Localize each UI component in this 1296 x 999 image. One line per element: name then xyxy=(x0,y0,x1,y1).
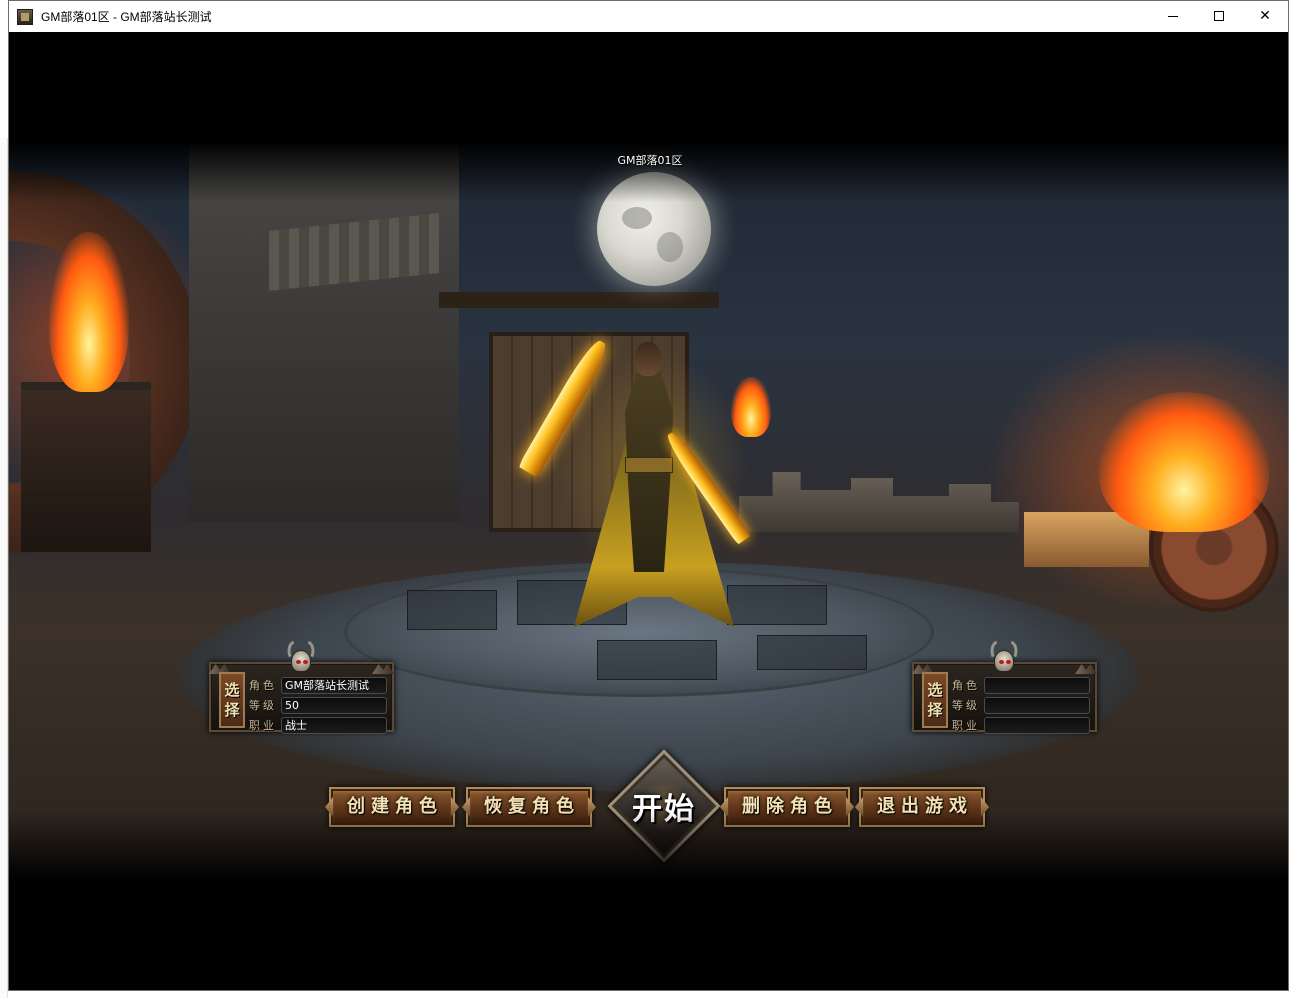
game-window: GM部落01区 - GM部落站长测试 ✕ GM部落01区 选 择 角色 GM部落… xyxy=(8,0,1289,991)
warrior-character[interactable] xyxy=(517,312,751,632)
level-label: 等级 xyxy=(249,699,277,712)
role-label: 角色 xyxy=(952,679,980,692)
class-label: 职业 xyxy=(952,719,980,732)
character-head xyxy=(635,342,661,376)
full-moon xyxy=(597,172,711,286)
skull-eye xyxy=(296,660,301,664)
start-label: 开始 xyxy=(632,792,696,827)
character-slot-1[interactable]: 选 择 角色 GM部落站长测试 等级 50 职业 战士 xyxy=(209,640,394,734)
gate-beam xyxy=(439,292,719,308)
maximize-icon xyxy=(1214,11,1224,21)
minimize-icon xyxy=(1168,15,1178,17)
level-row: 等级 50 xyxy=(249,696,387,714)
level-label: 等级 xyxy=(952,699,980,712)
skull-eye xyxy=(1006,660,1011,664)
window-title: GM部落01区 - GM部落站长测试 xyxy=(41,10,212,24)
floor-slab xyxy=(757,635,867,670)
select-button[interactable]: 选 择 xyxy=(922,672,948,728)
title-bar[interactable]: GM部落01区 - GM部落站长测试 ✕ xyxy=(9,1,1288,32)
class-row: 职业 战士 xyxy=(249,716,387,734)
create-character-button[interactable]: 创建角色 xyxy=(329,787,455,827)
skull-eye xyxy=(999,660,1004,664)
skull-icon xyxy=(291,650,311,672)
select-label-bottom: 择 xyxy=(224,701,240,719)
fire-left-icon xyxy=(49,232,129,392)
skull-icon xyxy=(994,650,1014,672)
forge-brazier xyxy=(21,382,151,552)
skull-eye xyxy=(303,660,308,664)
restore-character-button[interactable]: 恢复角色 xyxy=(466,787,592,827)
maximize-button[interactable] xyxy=(1196,1,1242,31)
ruined-wall xyxy=(739,472,1019,532)
exit-game-button[interactable]: 退出游戏 xyxy=(859,787,985,827)
role-label: 角色 xyxy=(249,679,277,692)
class-value: 战士 xyxy=(281,716,387,734)
class-row: 职业 xyxy=(952,716,1090,734)
game-app-icon xyxy=(17,8,33,25)
character-belt xyxy=(625,457,673,473)
floor-slab xyxy=(407,590,497,630)
background-window-edge xyxy=(0,138,8,998)
class-label: 职业 xyxy=(249,719,277,732)
level-value: 50 xyxy=(281,696,387,714)
minimize-button[interactable] xyxy=(1150,1,1196,31)
stone-tower xyxy=(189,142,459,522)
floor-slab xyxy=(597,640,717,680)
level-value xyxy=(984,696,1090,714)
start-game-button[interactable]: 开始 xyxy=(607,749,721,863)
select-label-bottom: 择 xyxy=(927,701,943,719)
select-button[interactable]: 选 择 xyxy=(219,672,245,728)
close-icon: ✕ xyxy=(1259,8,1271,24)
select-label-top: 选 xyxy=(927,681,943,699)
skull-ornament-icon xyxy=(283,640,319,676)
role-row: 角色 xyxy=(952,676,1090,694)
role-value: GM部落站长测试 xyxy=(281,676,387,694)
character-slot-2[interactable]: 选 择 角色 等级 职业 xyxy=(912,640,1097,734)
level-row: 等级 xyxy=(952,696,1090,714)
delete-character-button[interactable]: 删除角色 xyxy=(724,787,850,827)
character-select-scene: GM部落01区 选 择 角色 GM部落站长测试 等级 50 职业 战士 选 择 … xyxy=(9,142,1288,882)
role-value xyxy=(984,676,1090,694)
class-value xyxy=(984,716,1090,734)
game-viewport[interactable]: GM部落01区 选 择 角色 GM部落站长测试 等级 50 职业 战士 选 择 … xyxy=(9,32,1288,990)
fire-right-icon xyxy=(1099,392,1269,532)
select-label-top: 选 xyxy=(224,681,240,699)
skull-ornament-icon xyxy=(986,640,1022,676)
close-button[interactable]: ✕ xyxy=(1242,1,1288,31)
server-name: GM部落01区 xyxy=(617,154,683,167)
role-row: 角色 GM部落站长测试 xyxy=(249,676,387,694)
